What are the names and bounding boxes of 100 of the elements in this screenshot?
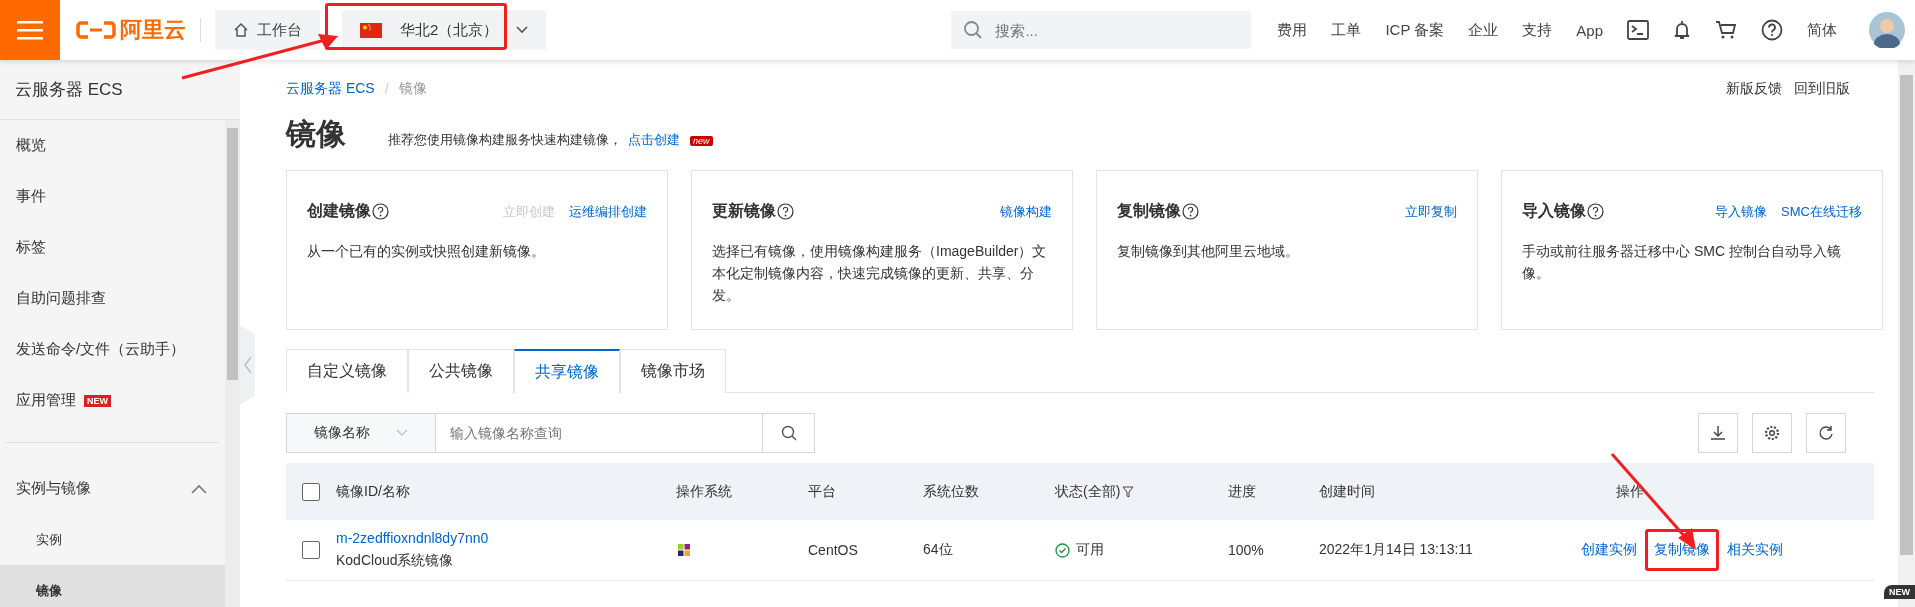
help-icon[interactable] — [777, 203, 794, 220]
sidebar-item-label: 自助问题排查 — [16, 289, 106, 308]
help-icon[interactable] — [1587, 203, 1604, 220]
help-icon[interactable] — [1761, 19, 1783, 41]
sidebar-item[interactable]: 发送命令/文件（云助手） — [0, 324, 225, 375]
sidebar-item-label: 标签 — [16, 238, 46, 257]
row-action-link[interactable]: 创建实例 — [1581, 541, 1637, 559]
scrollbar[interactable] — [225, 120, 240, 607]
checkbox[interactable] — [302, 541, 320, 559]
image-id-link[interactable]: m-2zedffioxndnl8dy7nn0 — [336, 530, 489, 546]
terminal-icon[interactable] — [1627, 20, 1649, 40]
search-button[interactable] — [763, 413, 815, 453]
refresh-icon — [1818, 425, 1834, 441]
sidebar-item-label: 应用管理 — [16, 391, 76, 410]
card-title: 创建镜像 — [307, 201, 371, 221]
card-action-link[interactable]: 导入镜像 — [1715, 202, 1768, 221]
new-badge: NEW — [1884, 585, 1915, 599]
card-description: 手动或前往服务器迁移中心 SMC 控制台自动导入镜像。 — [1522, 242, 1842, 283]
region-selector[interactable]: 华北2（北京） — [342, 10, 547, 50]
settings-icon — [1764, 425, 1780, 441]
checkbox[interactable] — [302, 482, 320, 501]
sidebar-item[interactable]: 实例 — [0, 514, 225, 565]
filter-icon[interactable] — [1122, 485, 1135, 498]
column-header: 镜像ID/名称 — [336, 482, 411, 501]
status-text: 可用 — [1076, 541, 1104, 559]
sidebar-item[interactable]: 概览 — [0, 120, 225, 171]
card-action-link[interactable]: 运维编排创建 — [569, 202, 647, 221]
check-circle-icon — [1055, 542, 1070, 558]
card-title: 复制镜像 — [1117, 201, 1181, 221]
workbench-button[interactable]: 工作台 — [215, 10, 320, 50]
sidebar-item[interactable]: 镜像 — [0, 565, 225, 607]
column-header: 操作系统 — [676, 482, 733, 501]
header-link[interactable]: 回到旧版 — [1794, 80, 1850, 98]
cart-icon[interactable] — [1715, 20, 1737, 40]
download-button[interactable] — [1698, 413, 1738, 453]
sidebar-item[interactable]: 标签 — [0, 222, 225, 273]
avatar-icon[interactable] — [1869, 12, 1905, 48]
settings-button[interactable] — [1752, 413, 1792, 453]
sidebar-item-label: 事件 — [16, 187, 46, 206]
sidebar-item-label: 发送命令/文件（云助手） — [16, 340, 186, 359]
nav-link[interactable]: ICP 备案 — [1385, 20, 1445, 40]
chevron-down-icon — [516, 26, 529, 34]
language-link[interactable]: 简体 — [1807, 20, 1837, 40]
card-title: 更新镜像 — [712, 201, 776, 221]
logo-text: 阿里云 — [120, 16, 186, 44]
nav-link[interactable]: 企业 — [1468, 20, 1499, 40]
menu-icon — [17, 20, 43, 40]
tab[interactable]: 自定义镜像 — [286, 349, 408, 393]
refresh-button[interactable] — [1806, 413, 1846, 453]
help-icon[interactable] — [372, 203, 389, 220]
page-subtitle: 推荐您使用镜像构建服务快速构建镜像， — [387, 131, 622, 149]
pinwheel-icon — [676, 542, 692, 558]
card-action-link[interactable]: SMC在线迁移 — [1781, 202, 1862, 221]
search-icon — [780, 425, 797, 441]
filter-select[interactable]: 镜像名称 — [286, 413, 436, 453]
new-badge: NEW — [84, 394, 111, 407]
new-badge: new — [690, 136, 713, 146]
column-header: 进度 — [1228, 482, 1257, 501]
breadcrumb-link[interactable]: 云服务器 ECS — [286, 80, 375, 98]
table-cell-text: 64位 — [923, 541, 954, 559]
nav-link[interactable]: 支持 — [1522, 20, 1553, 40]
search-field[interactable]: 搜索... — [951, 11, 1252, 49]
column-header: 系统位数 — [923, 482, 980, 501]
sidebar-group[interactable]: 实例与镜像 — [0, 463, 225, 514]
nav-link[interactable]: 工单 — [1331, 20, 1362, 40]
home-icon — [233, 22, 249, 38]
search-field[interactable]: 输入镜像名称查询 — [436, 413, 763, 453]
chevron-left-icon — [243, 356, 252, 374]
chevron-down-icon — [396, 429, 408, 437]
card-description: 复制镜像到其他阿里云地域。 — [1117, 242, 1300, 261]
tab[interactable]: 镜像市场 — [620, 349, 726, 393]
card-title: 导入镜像 — [1522, 201, 1586, 221]
chevron-up-icon — [191, 483, 207, 494]
nav-link[interactable]: 费用 — [1277, 20, 1308, 40]
menu-button[interactable] — [0, 0, 60, 60]
flag-icon — [360, 22, 382, 38]
nav-link[interactable]: App — [1576, 21, 1603, 39]
card-action-link[interactable]: 镜像构建 — [1000, 202, 1052, 221]
create-link[interactable]: 点击创建 — [628, 131, 680, 149]
card-description: 从一个已有的实例或快照创建新镜像。 — [307, 242, 546, 261]
logo-icon — [76, 20, 116, 40]
card-action-link[interactable]: 立即复制 — [1405, 202, 1457, 221]
page-title: 镜像 — [286, 116, 346, 152]
table-cell-text: 2022年1月14日 13:13:11 — [1319, 541, 1474, 559]
table-cell-text: CentOS — [808, 542, 859, 558]
card-description: 选择已有镜像，使用镜像构建服务（ImageBuilder）文本化定制镜像内容，快速完成镜像的更新、共享、分发。 — [712, 242, 1048, 305]
tab[interactable]: 公共镜像 — [408, 349, 514, 393]
help-icon[interactable] — [1182, 203, 1199, 220]
column-header: 状态(全部) — [1055, 482, 1228, 501]
sidebar-item[interactable]: 自助问题排查 — [0, 273, 225, 324]
row-action-link[interactable]: 相关实例 — [1727, 541, 1783, 559]
sidebar-item[interactable]: 应用管理 NEW — [0, 375, 225, 426]
bell-icon[interactable] — [1673, 19, 1691, 41]
sidebar-title: 云服务器 ECS — [0, 60, 240, 120]
sidebar-item[interactable]: 事件 — [0, 171, 225, 222]
download-icon — [1710, 425, 1726, 441]
tab[interactable]: 共享镜像 — [514, 349, 620, 393]
image-name: KodCloud系统镜像 — [336, 552, 454, 570]
header-link[interactable]: 新版反馈 — [1726, 80, 1782, 98]
column-header: 创建时间 — [1319, 482, 1376, 501]
